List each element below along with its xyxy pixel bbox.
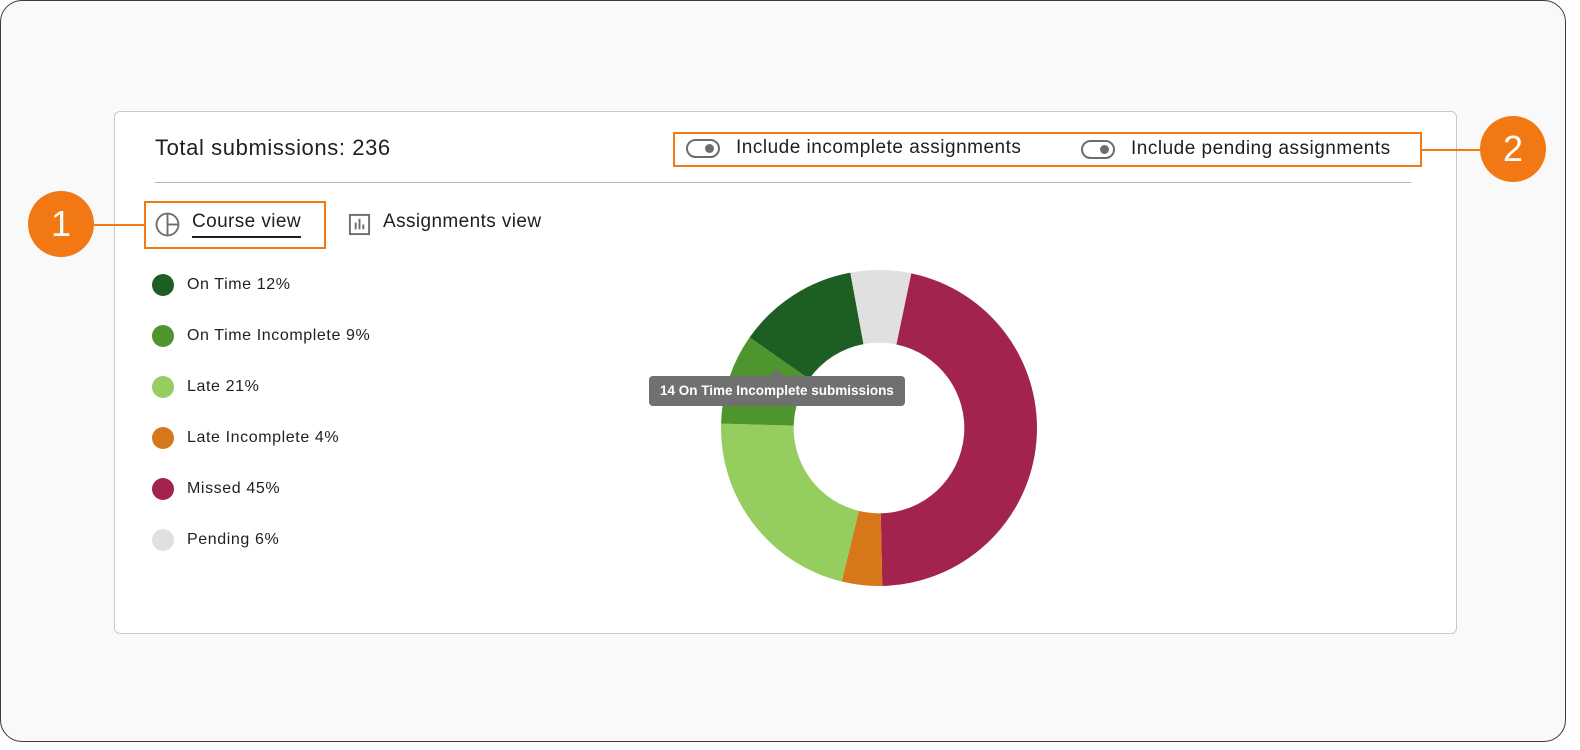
donut-slice-late[interactable] [721, 423, 859, 582]
chart-tooltip: 14 On Time Incomplete submissions [649, 369, 905, 406]
donut-slice-missed[interactable] [880, 273, 1038, 586]
donut-chart [721, 270, 1038, 586]
tooltip-text: 14 On Time Incomplete submissions [660, 383, 894, 398]
tooltip-arrow [770, 369, 784, 376]
